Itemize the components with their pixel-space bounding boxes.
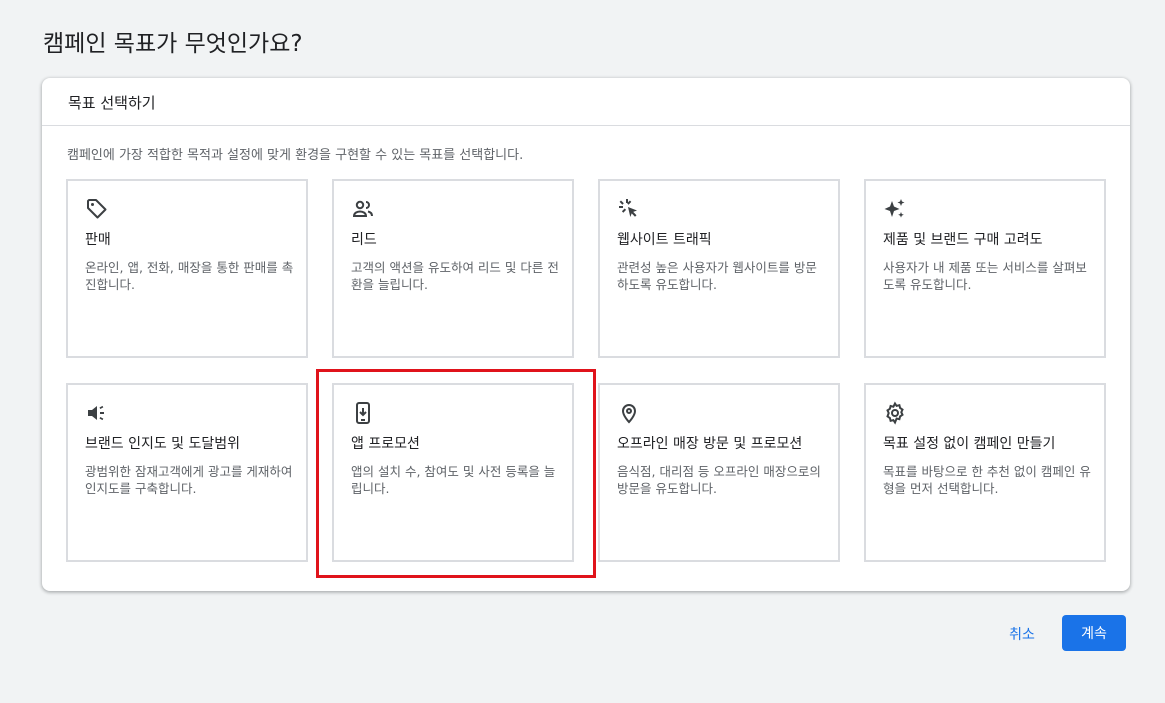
goal-tile-brand-awareness[interactable]: 브랜드 인지도 및 도달범위 광범위한 잠재고객에게 광고를 게재하여 인지도를… bbox=[66, 383, 308, 562]
goal-title: 제품 및 브랜드 구매 고려도 bbox=[883, 232, 1043, 248]
goal-description: 관련성 높은 사용자가 웹사이트를 방문하도록 유도합니다. bbox=[617, 260, 817, 292]
goal-tile-sales[interactable]: 판매 온라인, 앱, 전화, 매장을 통한 판매를 촉진합니다. bbox=[66, 179, 308, 358]
page-title: 캠페인 목표가 무엇인가요? bbox=[43, 31, 303, 57]
goal-tile-website-traffic[interactable]: 웹사이트 트래픽 관련성 높은 사용자가 웹사이트를 방문하도록 유도합니다. bbox=[598, 179, 840, 358]
phone-download-icon bbox=[351, 401, 375, 425]
tag-icon bbox=[85, 197, 109, 221]
goal-tile-consideration[interactable]: 제품 및 브랜드 구매 고려도 사용자가 내 제품 또는 서비스를 살펴보도록 … bbox=[864, 179, 1106, 358]
continue-button[interactable]: 계속 bbox=[1062, 615, 1126, 651]
goal-description: 음식점, 대리점 등 오프라인 매장으로의 방문을 유도합니다. bbox=[617, 464, 821, 496]
goal-description: 앱의 설치 수, 참여도 및 사전 등록을 늘립니다. bbox=[351, 464, 556, 496]
goal-description: 온라인, 앱, 전화, 매장을 통한 판매를 촉진합니다. bbox=[85, 260, 294, 292]
location-pin-icon bbox=[617, 401, 641, 425]
sparkle-icon bbox=[883, 197, 907, 221]
goal-title: 리드 bbox=[351, 232, 377, 248]
goal-selection-card: 목표 선택하기 캠페인에 가장 적합한 목적과 설정에 맞게 환경을 구현할 수… bbox=[42, 78, 1130, 591]
gear-icon bbox=[883, 401, 907, 425]
cursor-click-icon bbox=[617, 197, 641, 221]
cancel-button[interactable]: 취소 bbox=[996, 618, 1048, 650]
goal-title: 판매 bbox=[85, 232, 111, 248]
goal-tile-app-promotion[interactable]: 앱 프로모션 앱의 설치 수, 참여도 및 사전 등록을 늘립니다. bbox=[332, 383, 574, 562]
goal-description: 고객의 액션을 유도하여 리드 및 다른 전환을 늘립니다. bbox=[351, 260, 559, 292]
goal-title: 앱 프로모션 bbox=[351, 436, 420, 452]
goal-description: 사용자가 내 제품 또는 서비스를 살펴보도록 유도합니다. bbox=[883, 260, 1087, 292]
goal-title: 브랜드 인지도 및 도달범위 bbox=[85, 436, 241, 452]
goal-title: 웹사이트 트래픽 bbox=[617, 232, 712, 248]
goal-description: 광범위한 잠재고객에게 광고를 게재하여 인지도를 구축합니다. bbox=[85, 464, 293, 496]
goal-title: 오프라인 매장 방문 및 프로모션 bbox=[617, 436, 803, 452]
goal-tile-local-store-visits[interactable]: 오프라인 매장 방문 및 프로모션 음식점, 대리점 등 오프라인 매장으로의 … bbox=[598, 383, 840, 562]
card-header: 목표 선택하기 bbox=[42, 78, 1130, 126]
megaphone-icon bbox=[85, 401, 109, 425]
goal-description: 목표를 바탕으로 한 추천 없이 캠페인 유형을 먼저 선택합니다. bbox=[883, 464, 1091, 496]
goal-tile-leads[interactable]: 리드 고객의 액션을 유도하여 리드 및 다른 전환을 늘립니다. bbox=[332, 179, 574, 358]
goal-tile-no-goal[interactable]: 목표 설정 없이 캠페인 만들기 목표를 바탕으로 한 추천 없이 캠페인 유형… bbox=[864, 383, 1106, 562]
people-icon bbox=[351, 197, 375, 221]
card-description: 캠페인에 가장 적합한 목적과 설정에 맞게 환경을 구현할 수 있는 목표를 … bbox=[67, 148, 524, 163]
goal-title: 목표 설정 없이 캠페인 만들기 bbox=[883, 436, 1056, 452]
